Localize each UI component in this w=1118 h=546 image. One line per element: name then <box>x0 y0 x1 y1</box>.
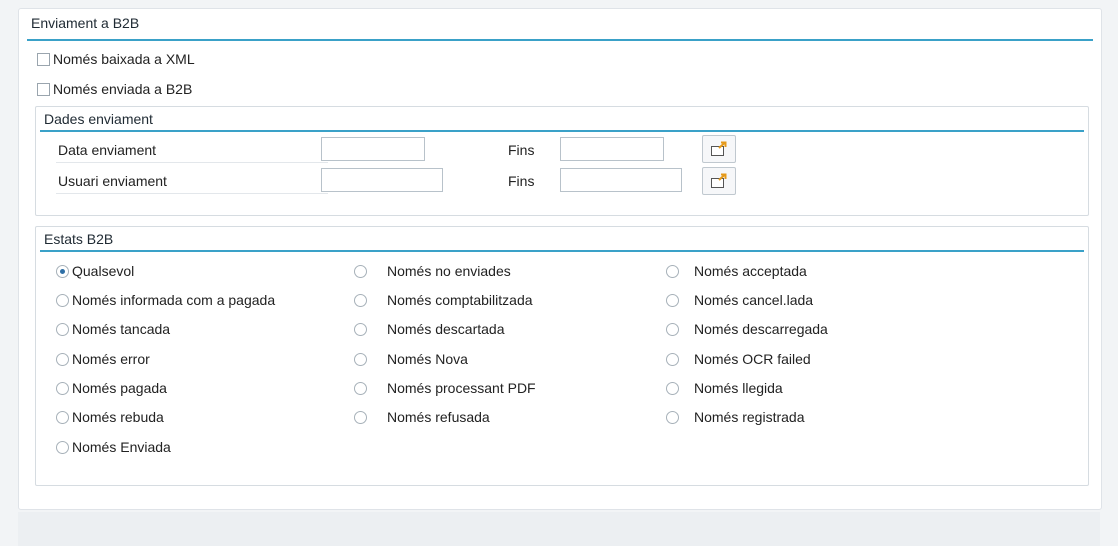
radio-option[interactable]: Només Nova <box>354 348 468 370</box>
group-title: Estats B2B <box>44 231 114 247</box>
radio-button[interactable] <box>56 264 69 278</box>
radio-option[interactable]: Només cancel.lada <box>666 289 813 311</box>
radio-option[interactable]: Només comptabilitzada <box>354 289 533 311</box>
field-label-send-date: Data enviament <box>58 142 157 158</box>
fins-label: Fins <box>508 173 535 189</box>
section-title: Enviament a B2B <box>31 15 140 31</box>
radio-option[interactable]: Només descartada <box>354 318 505 340</box>
b2b-sending-section: Enviament a B2B Només baixada a XML Nomé… <box>18 8 1102 510</box>
radio-button[interactable] <box>666 264 679 278</box>
label-underline <box>56 193 328 194</box>
radio-option[interactable]: Qualsevol <box>56 260 134 282</box>
radio-option[interactable]: Només refusada <box>354 406 490 428</box>
radio-option[interactable]: Només pagada <box>56 377 167 399</box>
label-underline <box>56 162 328 163</box>
checkbox[interactable] <box>37 82 50 96</box>
radio-label: Només cancel.lada <box>694 292 814 308</box>
radio-label: Només comptabilitzada <box>387 292 533 308</box>
radio-button[interactable] <box>354 264 367 278</box>
radio-option[interactable]: Només llegida <box>666 377 783 399</box>
checkbox-only-sent-b2b[interactable]: Només enviada a B2B <box>37 79 192 99</box>
radio-option[interactable]: Només error <box>56 348 150 370</box>
send-date-from-input[interactable] <box>321 137 425 161</box>
b2b-states-group: Estats B2B Qualsevol Només informada com… <box>35 226 1089 486</box>
send-user-to-input[interactable] <box>560 168 682 192</box>
radio-label: Només refusada <box>387 409 490 425</box>
send-user-from-input[interactable] <box>321 168 443 192</box>
radio-label: Només rebuda <box>72 409 164 425</box>
radio-label: Qualsevol <box>72 263 135 279</box>
radio-option[interactable]: Només Enviada <box>56 436 171 458</box>
sending-data-group: Dades enviament Data enviament Fins Usua… <box>35 106 1089 216</box>
radio-option[interactable]: Només tancada <box>56 318 170 340</box>
radio-button[interactable] <box>666 381 679 395</box>
radio-label: Només Enviada <box>72 439 171 455</box>
radio-button[interactable] <box>666 322 679 336</box>
radio-button[interactable] <box>56 440 69 454</box>
radio-label: Només registrada <box>694 409 805 425</box>
radio-label: Només OCR failed <box>694 351 811 367</box>
radio-label: Només informada com a pagada <box>72 292 276 308</box>
radio-button[interactable] <box>354 293 367 307</box>
multiple-selection-button[interactable] <box>702 167 736 195</box>
radio-label: Només processant PDF <box>387 380 536 396</box>
radio-label: Només descartada <box>387 321 505 337</box>
radio-button[interactable] <box>666 293 679 307</box>
radio-option[interactable]: Només descarregada <box>666 318 828 340</box>
radio-label: Només llegida <box>694 380 783 396</box>
radio-label: Només no enviades <box>387 263 511 279</box>
radio-option[interactable]: Només OCR failed <box>666 348 811 370</box>
bottom-strip <box>18 512 1100 546</box>
checkbox-label: Només baixada a XML <box>53 51 195 67</box>
checkbox-only-xml[interactable]: Només baixada a XML <box>37 49 195 69</box>
radio-button[interactable] <box>666 410 679 424</box>
radio-label: Només descarregada <box>694 321 828 337</box>
multiple-selection-icon <box>711 173 727 188</box>
radio-option[interactable]: Només processant PDF <box>354 377 536 399</box>
fins-label: Fins <box>508 142 535 158</box>
field-label-send-user: Usuari enviament <box>58 173 167 189</box>
radio-option[interactable]: Només acceptada <box>666 260 807 282</box>
group-title: Dades enviament <box>44 111 153 127</box>
radio-option[interactable]: Només no enviades <box>354 260 511 282</box>
checkbox-label: Només enviada a B2B <box>53 81 193 97</box>
radio-label: Només tancada <box>72 321 171 337</box>
section-divider <box>27 39 1093 41</box>
multiple-selection-button[interactable] <box>702 135 736 163</box>
radio-button[interactable] <box>56 410 69 424</box>
radio-button[interactable] <box>56 352 69 366</box>
radio-button[interactable] <box>354 322 367 336</box>
radio-button[interactable] <box>56 293 69 307</box>
radio-option[interactable]: Només rebuda <box>56 406 164 428</box>
radio-label: Només error <box>72 351 150 367</box>
radio-option[interactable]: Només informada com a pagada <box>56 289 275 311</box>
multiple-selection-icon <box>711 141 727 156</box>
group-divider <box>40 250 1084 252</box>
radio-button[interactable] <box>354 352 367 366</box>
radio-label: Només Nova <box>387 351 468 367</box>
radio-label: Només pagada <box>72 380 167 396</box>
group-divider <box>40 130 1084 132</box>
radio-button[interactable] <box>56 322 69 336</box>
radio-option[interactable]: Només registrada <box>666 406 805 428</box>
radio-button[interactable] <box>354 410 367 424</box>
radio-button[interactable] <box>56 381 69 395</box>
checkbox[interactable] <box>37 52 50 66</box>
radio-label: Només acceptada <box>694 263 807 279</box>
send-date-to-input[interactable] <box>560 137 664 161</box>
radio-button[interactable] <box>354 381 367 395</box>
radio-button[interactable] <box>666 352 679 366</box>
